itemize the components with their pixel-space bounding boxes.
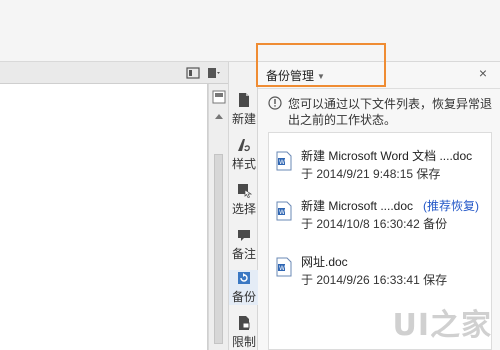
scroll-thumb[interactable] (214, 154, 223, 344)
backup-file-meta: 于 2014/10/8 16:30:42 备份 (301, 217, 448, 231)
tab-restrict[interactable]: 限制 (229, 315, 259, 350)
document-canvas[interactable] (0, 84, 208, 350)
backup-file-name: 新建 Microsoft Word 文档 ....doc (301, 149, 473, 163)
tab-style-label: 样式 (231, 157, 256, 171)
info-icon (268, 96, 282, 110)
panel-title-dropdown[interactable]: 备份管理 ▼ (266, 67, 325, 85)
word-doc-icon: W (276, 257, 292, 277)
restrict-icon (239, 316, 250, 330)
tab-restrict-label: 限制 (231, 335, 256, 349)
tab-style[interactable]: 样式 (229, 137, 259, 172)
tab-backup-label: 备份 (231, 290, 256, 304)
backup-file-meta: 于 2014/9/26 16:33:41 保存 (301, 273, 448, 287)
svg-text:W: W (279, 159, 285, 166)
panel-icon[interactable] (212, 90, 226, 104)
document-scrollbar[interactable] (208, 84, 228, 350)
tab-select-label: 选择 (231, 202, 256, 216)
word-doc-icon: W (276, 201, 292, 221)
tab-new-label: 新建 (231, 112, 256, 126)
backup-item[interactable]: W 网址.doc 于 2014/9/26 16:33:41 保存 (269, 247, 491, 297)
document-toolbar (0, 62, 228, 84)
divider (258, 88, 500, 89)
backup-file-name: 新建 Microsoft ....doc (301, 199, 414, 213)
watermark: UI之家 (392, 308, 492, 343)
tab-new[interactable]: 新建 (229, 92, 259, 127)
chevron-down-icon: ▼ (317, 72, 325, 82)
tab-backup[interactable]: 备份 (229, 270, 259, 305)
style-icon (238, 139, 250, 152)
tab-comment-label: 备注 (231, 247, 256, 261)
recommend-restore-label: (推荐恢复) (423, 199, 480, 213)
panel-title: 备份管理 (266, 69, 315, 83)
svg-text:W: W (279, 209, 285, 216)
backup-file-meta: 于 2014/9/21 9:48:15 保存 (301, 167, 441, 181)
backup-file-name-row: 新建 Microsoft ....doc (推荐恢复) (301, 197, 479, 214)
task-pane-toggle-icon[interactable] (207, 66, 221, 80)
svg-text:W: W (279, 265, 285, 272)
backup-item[interactable]: W 新建 Microsoft ....doc (推荐恢复) 于 2014/10/8… (269, 191, 491, 241)
info-text: 您可以通过以下文件列表，恢复异常退出之前的工作状态。 (288, 97, 493, 127)
layout-icon[interactable] (186, 66, 200, 80)
tab-comment[interactable]: 备注 (229, 227, 259, 262)
backup-item[interactable]: W 新建 Microsoft Word 文档 ....doc 于 2014/9/… (269, 141, 491, 191)
close-icon[interactable]: × (476, 66, 490, 80)
comment-icon (238, 230, 250, 241)
word-doc-icon: W (276, 151, 292, 171)
backup-icon (238, 272, 250, 284)
new-doc-icon (239, 93, 249, 107)
scroll-up-icon[interactable] (212, 110, 226, 124)
tab-select[interactable]: 选择 (229, 182, 259, 217)
select-icon (238, 184, 252, 198)
ribbon-area (0, 0, 500, 62)
task-pane-tabs: 新建 样式 选择 备注 备份 限制 (228, 62, 259, 350)
backup-file-name: 网址.doc (301, 255, 348, 269)
